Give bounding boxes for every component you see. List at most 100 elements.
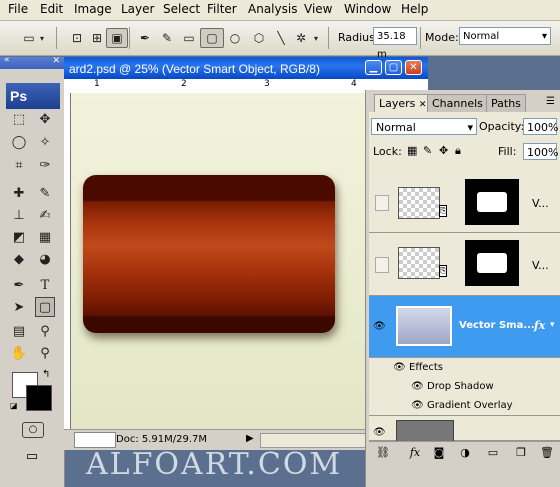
rounded-rectangle-tool-icon[interactable]: ▢: [35, 297, 55, 317]
rounded-rectangle-tool-icon[interactable]: ▢: [200, 28, 224, 48]
eraser-tool-icon[interactable]: ◩: [9, 227, 29, 247]
zoom-field[interactable]: [74, 432, 116, 448]
expand-arrow-icon[interactable]: ▾: [550, 320, 555, 330]
ellipse-tool-icon[interactable]: ○: [224, 28, 246, 48]
menu-filter[interactable]: Filter: [207, 2, 237, 16]
layer-row-selected[interactable]: 👁︎ Vector Sma... fx ▾: [369, 296, 560, 358]
tab-channels[interactable]: Channels: [427, 94, 488, 112]
eye-icon[interactable]: 👁︎: [411, 396, 424, 415]
close-icon[interactable]: ✕: [419, 100, 427, 110]
eye-icon[interactable]: 👁︎: [411, 377, 424, 396]
background-color-swatch[interactable]: [26, 385, 52, 411]
healing-brush-icon[interactable]: ✚: [9, 183, 29, 203]
shape-layers-icon[interactable]: ⊡: [66, 28, 88, 48]
layer-row[interactable]: 👁︎: [369, 416, 560, 446]
close-icon[interactable]: ✕: [52, 56, 60, 66]
collapse-arrows-icon[interactable]: «: [4, 55, 10, 65]
tab-paths[interactable]: Paths: [486, 94, 526, 112]
eye-icon[interactable]: 👁︎: [393, 358, 406, 377]
red-card-shape[interactable]: [83, 175, 335, 333]
menu-help[interactable]: Help: [401, 2, 428, 16]
gradient-tool-icon[interactable]: ▦: [35, 227, 55, 247]
history-brush-icon[interactable]: ✍: [35, 205, 55, 225]
shape-options-dropdown-icon[interactable]: ▾: [310, 28, 322, 48]
magic-wand-icon[interactable]: ✧: [35, 132, 55, 152]
menu-file[interactable]: File: [8, 2, 28, 16]
screen-mode-icon[interactable]: ▭: [20, 447, 44, 467]
panel-menu-icon[interactable]: ☰: [546, 96, 555, 107]
crop-tool-icon[interactable]: ⌗: [9, 155, 29, 175]
layer-row[interactable]: ⎘ V...: [369, 233, 560, 296]
freeform-pen-icon[interactable]: ✎: [156, 28, 178, 48]
rectangle-tool-icon[interactable]: ▭: [178, 28, 200, 48]
lock-position-icon[interactable]: ✥: [439, 144, 448, 157]
fill-pixels-icon[interactable]: ▣: [106, 28, 128, 48]
link-layers-icon[interactable]: ⛓︎: [375, 445, 391, 461]
effects-row[interactable]: 👁︎ Effects: [369, 358, 560, 377]
menu-edit[interactable]: Edit: [40, 2, 63, 16]
menu-layer[interactable]: Layer: [121, 2, 154, 16]
options-bar: ▭ ▾ ⊡ ⊞ ▣ ✒ ✎ ▭ ▢ ○ ⬡ ╲ ✲ ▾ Radius: 35.1…: [0, 21, 560, 60]
new-group-icon[interactable]: ▭: [485, 445, 501, 461]
pen-tool-icon[interactable]: ✒: [134, 28, 156, 48]
pen-tool-icon[interactable]: ✒: [9, 275, 29, 295]
blend-mode-select[interactable]: Normal ▾: [371, 118, 477, 135]
visibility-toggle[interactable]: [375, 257, 389, 273]
polygon-tool-icon[interactable]: ⬡: [248, 28, 270, 48]
swap-colors-icon[interactable]: ↰: [42, 369, 50, 380]
layer-mask-thumbnail[interactable]: [465, 240, 519, 286]
layer-mask-thumbnail[interactable]: [465, 179, 519, 225]
close-icon[interactable]: ✕: [405, 60, 422, 75]
adjustment-layer-icon[interactable]: ◑: [457, 445, 473, 461]
effect-row[interactable]: 👁︎ Gradient Overlay: [369, 396, 560, 416]
path-selection-icon[interactable]: ➤: [9, 297, 29, 317]
status-menu-arrow-icon[interactable]: ▶: [246, 433, 254, 444]
menu-image[interactable]: Image: [74, 2, 112, 16]
eye-icon[interactable]: 👁︎: [373, 322, 386, 332]
paths-icon[interactable]: ⊞: [86, 28, 108, 48]
toolbox-titlebar[interactable]: « ✕: [0, 55, 64, 69]
move-tool-icon[interactable]: ✥: [35, 109, 55, 129]
maximize-icon[interactable]: ▢: [385, 60, 402, 75]
custom-shape-icon[interactable]: ✲: [290, 28, 312, 48]
notes-tool-icon[interactable]: ▤: [9, 321, 29, 341]
menu-window[interactable]: Window: [344, 2, 391, 16]
quick-mask-icon[interactable]: ○: [22, 422, 44, 438]
layer-row[interactable]: ⎘ V...: [369, 175, 560, 233]
new-layer-icon[interactable]: ❐: [513, 445, 529, 461]
trash-icon[interactable]: 🗑︎: [539, 445, 555, 461]
default-colors-icon[interactable]: ◪: [10, 401, 20, 411]
visibility-toggle[interactable]: [375, 195, 389, 211]
brush-tool-icon[interactable]: ✎: [35, 183, 55, 203]
lock-all-icon[interactable]: 🔒︎: [455, 144, 461, 158]
menu-select[interactable]: Select: [163, 2, 200, 16]
opacity-input[interactable]: 100%: [523, 118, 558, 135]
radius-input[interactable]: 35.18 m: [373, 27, 417, 60]
clone-stamp-icon[interactable]: ⊥: [9, 205, 29, 225]
tab-layers[interactable]: Layers ✕: [374, 94, 432, 112]
mode-select[interactable]: Normal ▾: [459, 27, 551, 45]
dodge-tool-icon[interactable]: ◕: [35, 249, 55, 269]
lasso-tool-icon[interactable]: ◯: [9, 132, 29, 152]
lock-image-icon[interactable]: ✎: [423, 144, 432, 157]
menu-view[interactable]: View: [304, 2, 332, 16]
hand-tool-icon[interactable]: ✋: [9, 343, 29, 363]
menu-analysis[interactable]: Analysis: [248, 2, 297, 16]
lock-transparent-icon[interactable]: ▦: [407, 144, 417, 157]
marquee-tool-icon[interactable]: ⬚: [9, 109, 29, 129]
line-tool-icon[interactable]: ╲: [270, 28, 292, 48]
add-mask-icon[interactable]: ◙: [431, 445, 447, 461]
fill-input[interactable]: 100%: [523, 143, 558, 160]
minimize-icon[interactable]: ▁: [365, 60, 382, 75]
blur-tool-icon[interactable]: ◆: [9, 249, 29, 269]
effect-row[interactable]: 👁︎ Drop Shadow: [369, 377, 560, 396]
type-tool-icon[interactable]: T: [35, 275, 55, 295]
zoom-tool-icon[interactable]: ⚲: [35, 343, 55, 363]
divider: [420, 27, 421, 49]
preset-dropdown-icon[interactable]: ▾: [36, 28, 48, 48]
slice-tool-icon[interactable]: ✑: [35, 155, 55, 175]
add-style-icon[interactable]: fx: [407, 445, 423, 461]
document-titlebar[interactable]: ard2.psd @ 25% (Vector Smart Object, RGB…: [64, 57, 428, 79]
eyedropper-tool-icon[interactable]: ⚲: [35, 321, 55, 341]
eye-icon[interactable]: 👁︎: [373, 428, 386, 438]
